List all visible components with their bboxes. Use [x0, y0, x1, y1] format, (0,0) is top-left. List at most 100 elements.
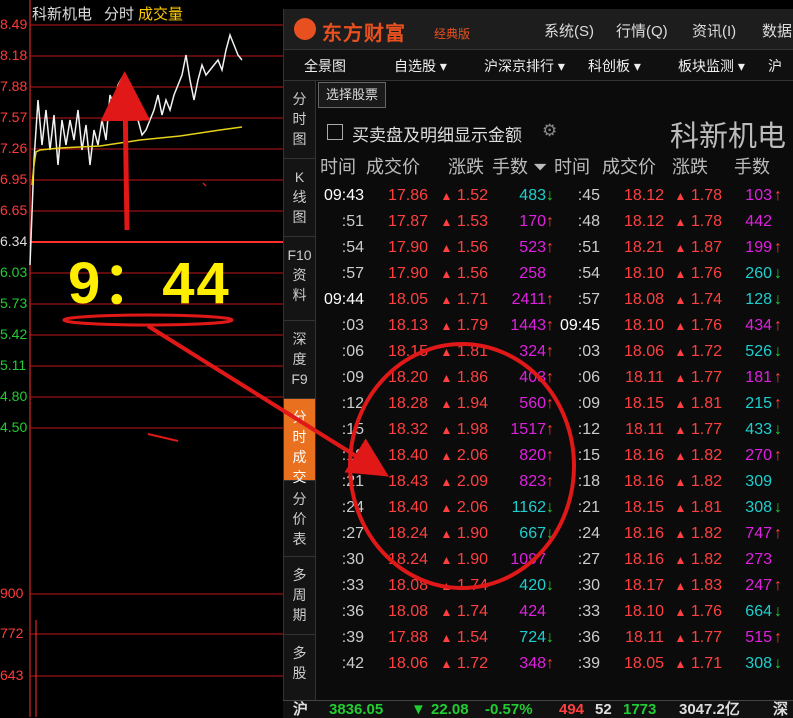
tick-volume: 308 [745, 655, 772, 672]
select-stock-button[interactable]: 选择股票 [318, 82, 386, 108]
tick-volume: 664 [745, 603, 772, 620]
tick-volume: 309 [745, 473, 772, 490]
tick-change: ▲ 1.72 [674, 343, 722, 360]
tick-time: :30 [341, 551, 364, 568]
tick-change: ▲ 1.74 [440, 577, 488, 594]
tick-change: ▲ 1.81 [674, 395, 722, 412]
tick-price: 18.16 [623, 473, 664, 490]
tick-change: ▲ 1.52 [440, 187, 488, 204]
nav-item[interactable]: 科创板 ▾ [588, 56, 641, 76]
tick-price: 18.40 [387, 447, 428, 464]
volume-axis-label: 643 [0, 667, 24, 683]
tick-price: 17.87 [387, 213, 428, 230]
tick-change: ▲ 1.76 [674, 603, 722, 620]
side-tab[interactable]: 分时图 [284, 81, 315, 159]
tick-change: ▲ 1.54 [440, 629, 488, 646]
arrow-down-icon: ↓ [774, 603, 782, 620]
tick-volume: 560 [519, 395, 546, 412]
nav-item[interactable]: 板块监测 ▾ [678, 56, 745, 76]
tick-time: :24 [577, 525, 600, 542]
tick-time: :57 [577, 291, 600, 308]
tick-volume: 820 [519, 447, 546, 464]
arrow-up-icon: ↑ [546, 447, 554, 464]
nav-item[interactable]: 沪 [768, 56, 782, 76]
nav-item[interactable]: 自选股 ▾ [394, 56, 447, 76]
arrow-up-icon: ↑ [774, 629, 782, 646]
side-tab[interactable]: 多周期 [284, 557, 315, 635]
nav-bar: 全景图 自选股 ▾ 沪深京排行 ▾ 科创板 ▾ 板块监测 ▾ 沪 [284, 50, 793, 81]
tick-volume: 1517 [510, 421, 546, 438]
tick-price: 18.06 [623, 343, 664, 360]
side-tabs: 分时图 K 线图 F10 资料深度 F9 分时成交分价表多周期多股 [284, 81, 316, 717]
side-tab[interactable]: 深度 F9 [284, 321, 315, 399]
arrow-down-icon: ↓ [774, 291, 782, 308]
tick-price: 18.08 [387, 577, 428, 594]
table-header[interactable]: 时间 [554, 153, 590, 181]
side-tab[interactable]: F10 资料 [284, 237, 315, 321]
tick-change: ▲ 1.77 [674, 369, 722, 386]
tick-volume: 308 [745, 499, 772, 516]
tick-change: ▲ 1.83 [674, 577, 722, 594]
tick-time: :12 [577, 421, 600, 438]
tick-volume: 258 [519, 265, 546, 282]
side-tab[interactable]: 分时成交 [284, 399, 315, 485]
menu-data[interactable]: 数据 [762, 20, 792, 41]
menu-quotes[interactable]: 行情(Q) [616, 20, 668, 41]
tick-change: ▲ 1.87 [674, 239, 722, 256]
table-header[interactable]: 手数 [734, 153, 770, 181]
amount-checkbox[interactable] [327, 124, 343, 140]
status-bar: 沪 3836.05 ▼ 22.08 -0.57% 494 52 1773 304… [283, 700, 793, 718]
tick-volume: 433 [745, 421, 772, 438]
arrow-up-icon: ↑ [546, 369, 554, 386]
tick-time: :48 [577, 213, 600, 230]
tick-price: 18.17 [623, 577, 664, 594]
table-header[interactable]: 涨跌 [448, 153, 484, 181]
arrow-up-icon: ↑ [546, 395, 554, 412]
table-header[interactable]: 成交价 [366, 153, 420, 181]
y-axis-label: 4.50 [0, 419, 28, 435]
table-header[interactable]: 时间 [320, 153, 356, 181]
arrow-up-icon: ↑ [774, 577, 782, 594]
arrow-up-icon: ↑ [774, 369, 782, 386]
nav-item[interactable]: 沪深京排行 ▾ [484, 56, 565, 76]
tick-volume: 260 [745, 265, 772, 282]
tick-time: :39 [341, 629, 364, 646]
tick-time: :06 [577, 369, 600, 386]
tick-price: 17.86 [387, 187, 428, 204]
tick-change: ▲ 1.76 [674, 265, 722, 282]
side-tab[interactable]: 分价表 [284, 481, 315, 557]
tick-change: ▲ 1.53 [440, 213, 488, 230]
status-val1: 494 [559, 701, 585, 718]
tick-price: 18.10 [623, 603, 664, 620]
table-header[interactable]: 手数 ⏷ [492, 153, 547, 181]
tick-change: ▲ 1.74 [440, 603, 488, 620]
tick-time: :09 [577, 395, 600, 412]
side-tab[interactable]: K线图 [284, 159, 315, 237]
y-axis-label: 6.95 [0, 171, 28, 187]
arrow-up-icon: ↑ [546, 421, 554, 438]
menu-system[interactable]: 系统(S) [544, 20, 594, 41]
menu-news[interactable]: 资讯(I) [692, 20, 736, 41]
tick-price: 18.11 [625, 421, 664, 438]
tick-change: ▲ 1.56 [440, 239, 488, 256]
nav-item[interactable]: 全景图 [304, 56, 346, 76]
tick-time: :42 [341, 655, 364, 672]
y-axis-label: 6.03 [0, 264, 28, 280]
arrow-up-icon: ↑ [546, 343, 554, 360]
gear-icon[interactable]: ⚙ [542, 121, 557, 141]
tick-time: :51 [577, 239, 600, 256]
y-axis-label: 6.34 [0, 233, 28, 249]
tick-price: 18.15 [387, 343, 428, 360]
tick-price: 18.40 [387, 499, 428, 516]
arrow-up-icon: ↑ [774, 317, 782, 334]
tick-volume: 1097 [510, 551, 546, 568]
y-axis-label: 5.11 [0, 357, 27, 373]
tick-change: ▲ 1.82 [674, 551, 722, 568]
tick-price: 18.20 [387, 369, 428, 386]
tick-price: 18.08 [623, 291, 664, 308]
status-index: 3836.05 [329, 701, 384, 718]
tick-time: :21 [577, 499, 600, 516]
table-header[interactable]: 成交价 [602, 153, 656, 181]
table-header[interactable]: 涨跌 [672, 153, 708, 181]
tick-price: 18.16 [623, 525, 664, 542]
